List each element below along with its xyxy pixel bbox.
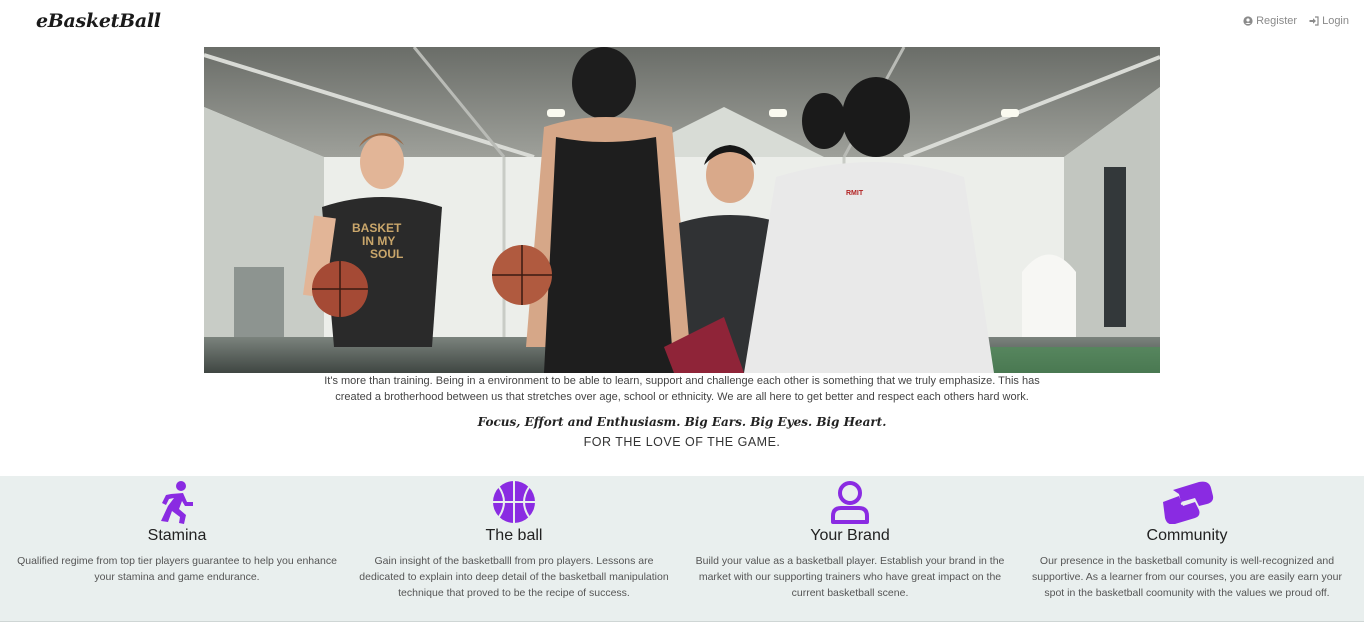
hero-image: BASKET IN MY SOUL RMIT: [204, 47, 1160, 373]
feature-title: The ball: [485, 527, 543, 544]
login-label: Login: [1322, 15, 1349, 27]
register-label: Register: [1256, 15, 1298, 27]
features-section: Stamina Qualified regime from top tier p…: [0, 476, 1364, 621]
running-icon: [161, 481, 193, 524]
navbar: eBasketBall Register Login: [0, 0, 1364, 47]
feature-text: Qualified regime from top tier players g…: [17, 555, 337, 583]
tagline: FOR THE LOVE OF THE GAME.: [583, 435, 781, 449]
page-bottom-edge: [0, 621, 1364, 626]
feature-title: Stamina: [147, 527, 207, 544]
register-link[interactable]: Register: [1243, 15, 1297, 27]
intro-text: It's more than training. Being in a envi…: [324, 375, 1040, 403]
handshake-icon: [1163, 481, 1214, 524]
sign-in-icon: [1309, 16, 1319, 26]
user-icon: [831, 481, 869, 524]
user-circle-icon: [1243, 16, 1253, 26]
feature-title: Your Brand: [810, 527, 890, 544]
login-link[interactable]: Login: [1309, 15, 1349, 27]
feature-text: Gain insight of the basketballl from pro…: [359, 555, 669, 599]
shirt-text-3: SOUL: [370, 247, 403, 261]
brand-logo[interactable]: eBasketBall: [36, 10, 161, 32]
feature-community: Community Our presence in the basketball…: [1027, 476, 1347, 601]
shirt-text-1: BASKET: [352, 221, 402, 235]
basketball-icon: [493, 481, 535, 523]
feature-stamina: Stamina Qualified regime from top tier p…: [17, 476, 337, 585]
basketball-players-photo: BASKET IN MY SOUL RMIT: [204, 47, 1160, 373]
feature-text: Our presence in the basketball comunity …: [1032, 555, 1342, 599]
motto: Focus, Effort and Enthusiasm. Big Ears. …: [477, 415, 887, 429]
shirt-text-2: IN MY: [362, 234, 395, 248]
feature-brand: Your Brand Build your value as a basketb…: [690, 476, 1010, 601]
feature-title: Community: [1146, 527, 1228, 544]
shirt-logo: RMIT: [846, 190, 864, 197]
feature-text: Build your value as a basketball player.…: [695, 555, 1005, 599]
feature-ball: The ball Gain insight of the basketballl…: [354, 476, 674, 601]
nav-links: Register Login: [1243, 15, 1349, 27]
